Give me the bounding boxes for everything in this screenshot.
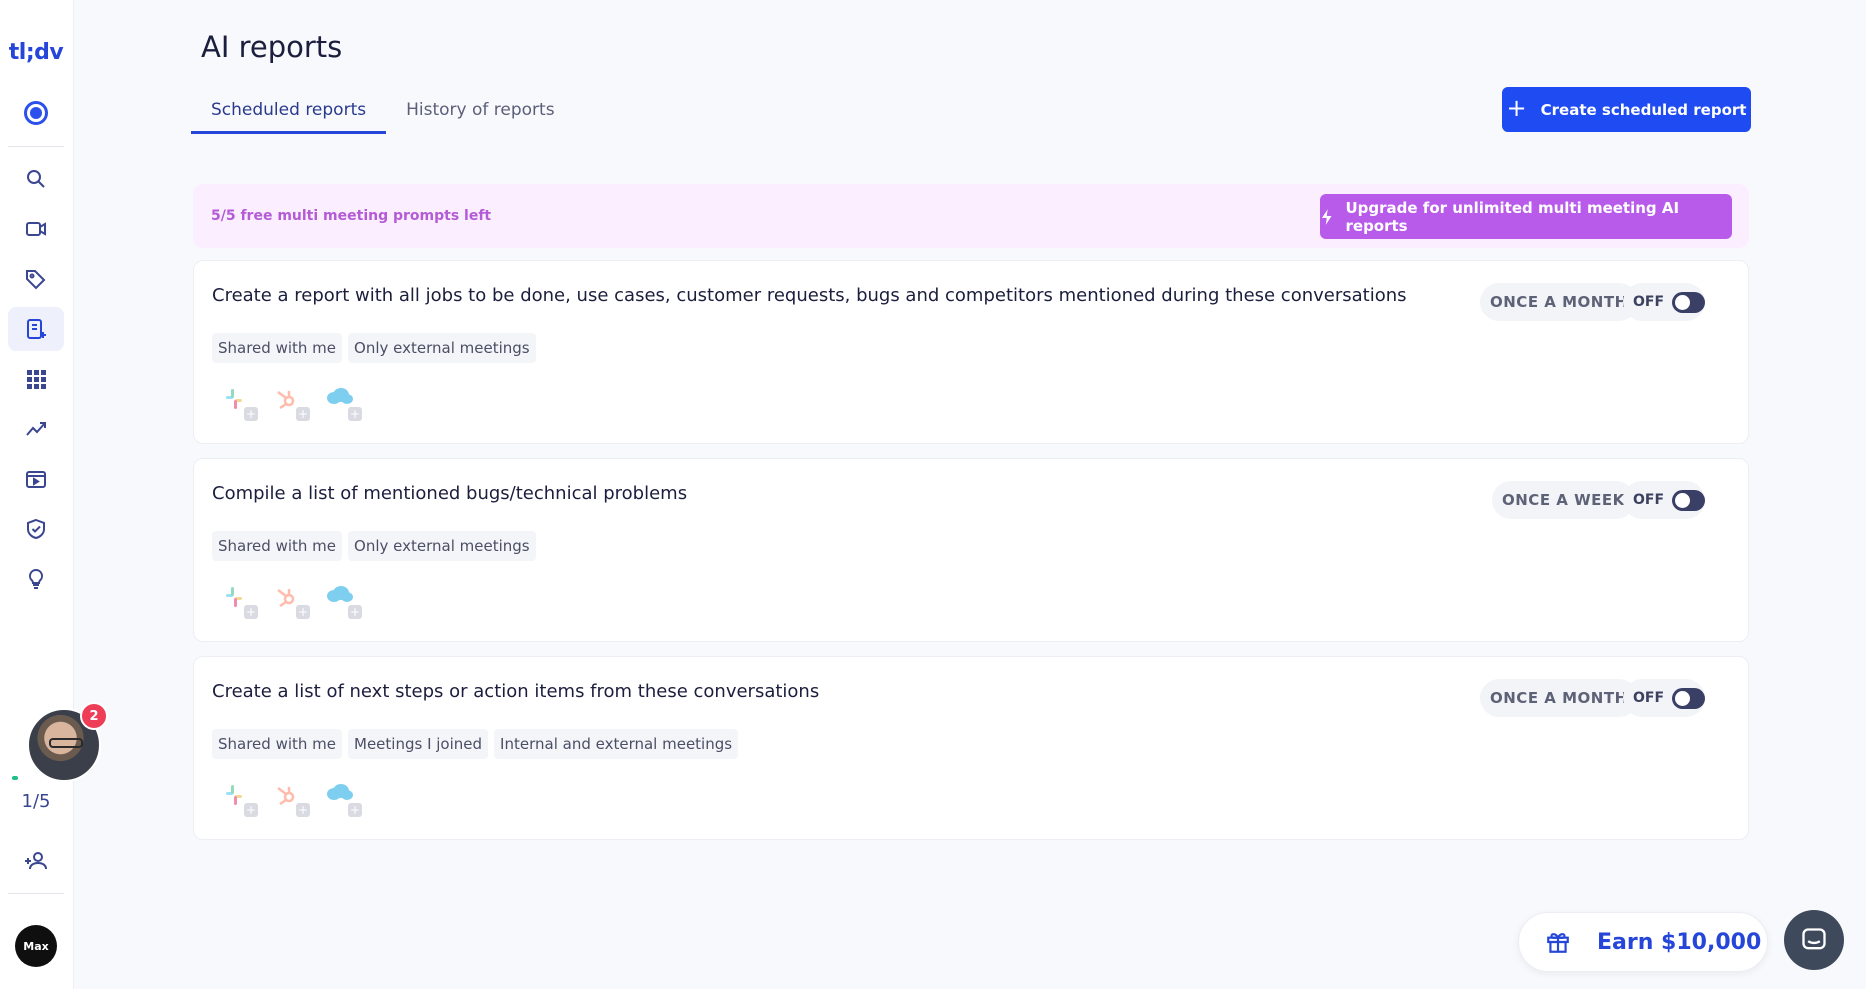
report-frequency[interactable]: ONCE A WEEK <box>1492 481 1635 519</box>
search-icon <box>27 170 45 188</box>
filter-chip: Only external meetings <box>348 531 536 561</box>
referral-button[interactable]: Earn $10,000 <box>1518 912 1768 972</box>
integrations: + + + <box>222 387 362 421</box>
toggle-label: OFF <box>1633 294 1665 310</box>
status-dot <box>12 776 18 780</box>
slack-icon[interactable]: + <box>222 585 258 619</box>
tag-icon <box>26 270 46 290</box>
toggle-switch[interactable] <box>1672 291 1705 313</box>
tab-history-of-reports[interactable]: History of reports <box>386 92 574 134</box>
slack-icon[interactable]: + <box>222 783 258 817</box>
sidebar-divider <box>8 146 64 147</box>
report-card[interactable]: Compile a list of mentioned bugs/technic… <box>193 458 1749 642</box>
gift-icon <box>1547 933 1569 953</box>
salesforce-icon[interactable]: + <box>326 387 362 421</box>
sidebar: tl;dv 2 1/5 Max <box>0 0 108 989</box>
sidebar-item-security[interactable] <box>8 507 64 551</box>
report-filters: Shared with me Only external meetings <box>212 333 536 363</box>
sidebar-item-apps[interactable] <box>8 357 64 401</box>
filter-chip: Internal and external meetings <box>494 729 739 759</box>
report-card[interactable]: Create a report with all jobs to be done… <box>193 260 1749 444</box>
chat-icon <box>1802 928 1826 950</box>
report-toggle[interactable]: OFF <box>1623 679 1705 717</box>
workspace-badge[interactable]: Max <box>15 925 57 967</box>
sidebar-item-ideas[interactable] <box>8 557 64 601</box>
onboarding-progress[interactable]: 1/5 <box>0 791 72 812</box>
integrations: + + + <box>222 585 362 619</box>
trend-icon <box>26 422 46 436</box>
slack-icon[interactable]: + <box>222 387 258 421</box>
record-icon[interactable] <box>24 101 48 125</box>
tab-scheduled-reports[interactable]: Scheduled reports <box>191 92 387 134</box>
page-title: AI reports <box>201 30 343 64</box>
hubspot-icon[interactable]: + <box>274 783 310 817</box>
filter-chip: Meetings I joined <box>348 729 489 759</box>
filter-chip: Only external meetings <box>348 333 536 363</box>
sidebar-item-search[interactable] <box>8 157 64 201</box>
lightbulb-icon <box>28 568 44 589</box>
sidebar-item-trends[interactable] <box>8 407 64 451</box>
sidebar-item-tags[interactable] <box>8 257 64 301</box>
create-button-label: Create scheduled report <box>1540 100 1747 119</box>
hubspot-icon[interactable]: + <box>274 585 310 619</box>
toggle-label: OFF <box>1633 492 1665 508</box>
toggle-switch[interactable] <box>1672 687 1705 709</box>
sidebar-item-meetings[interactable] <box>8 207 64 251</box>
integrations: + + + <box>222 783 362 817</box>
report-frequency[interactable]: ONCE A MONTH <box>1480 283 1638 321</box>
sidebar-divider <box>8 893 64 894</box>
filter-chip: Shared with me <box>212 333 343 363</box>
hubspot-icon[interactable]: + <box>274 387 310 421</box>
report-title: Create a list of next steps or action it… <box>212 681 820 702</box>
report-frequency[interactable]: ONCE A MONTH <box>1480 679 1638 717</box>
toggle-switch[interactable] <box>1672 489 1705 511</box>
clips-icon <box>26 471 46 488</box>
filter-chip: Shared with me <box>212 729 343 759</box>
prompt-limit-banner: 5/5 free multi meeting prompts left Upgr… <box>193 184 1749 248</box>
app-logo[interactable]: tl;dv <box>0 40 72 65</box>
create-scheduled-report-button[interactable]: + Create scheduled report <box>1502 87 1751 132</box>
toggle-label: OFF <box>1633 690 1665 706</box>
salesforce-icon[interactable]: + <box>326 783 362 817</box>
report-filters: Shared with me Meetings I joined Interna… <box>212 729 739 759</box>
report-title: Compile a list of mentioned bugs/technic… <box>212 483 688 504</box>
report-tabs: Scheduled reports History of reports <box>191 92 575 134</box>
invite-user-button[interactable] <box>8 839 64 883</box>
referral-label: Earn $10,000 <box>1597 929 1762 955</box>
report-card[interactable]: Create a list of next steps or action it… <box>193 656 1749 840</box>
report-toggle[interactable]: OFF <box>1623 283 1705 321</box>
shield-icon <box>27 518 45 540</box>
ai-report-icon <box>27 319 46 339</box>
filter-chip: Shared with me <box>212 531 343 561</box>
video-icon <box>26 222 46 236</box>
lightning-icon <box>1321 208 1332 225</box>
apps-grid-icon <box>27 370 46 389</box>
salesforce-icon[interactable]: + <box>326 585 362 619</box>
notification-badge: 2 <box>80 702 108 730</box>
report-filters: Shared with me Only external meetings <box>212 531 536 561</box>
sidebar-item-clips[interactable] <box>8 457 64 501</box>
support-chat-button[interactable] <box>1784 910 1844 970</box>
upgrade-button[interactable]: Upgrade for unlimited multi meeting AI r… <box>1320 194 1732 239</box>
sidebar-item-ai-reports[interactable] <box>8 307 64 351</box>
report-title: Create a report with all jobs to be done… <box>212 285 1407 306</box>
upgrade-button-label: Upgrade for unlimited multi meeting AI r… <box>1345 198 1680 235</box>
plus-icon: + <box>1506 94 1527 122</box>
prompt-limit-text: 5/5 free multi meeting prompts left <box>211 208 492 224</box>
add-user-icon <box>25 852 47 870</box>
report-toggle[interactable]: OFF <box>1623 481 1705 519</box>
